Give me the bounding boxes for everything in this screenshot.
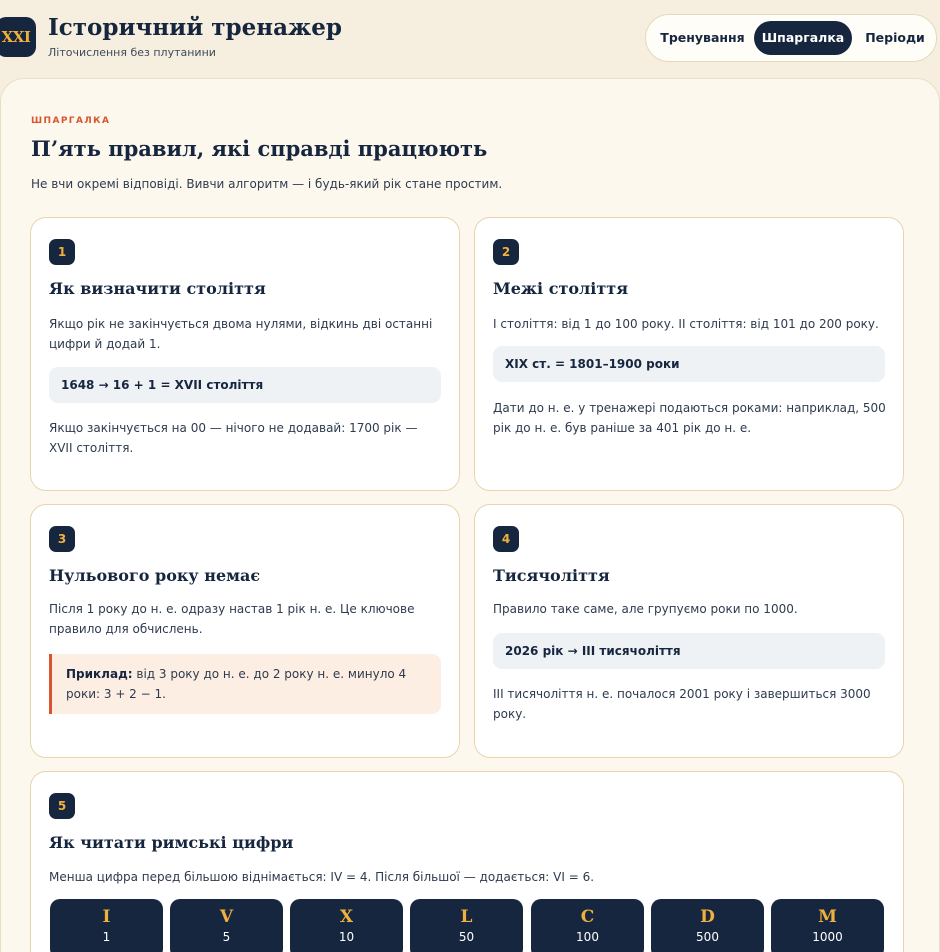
main-nav: Тренування Шпаргалка Періоди [645, 14, 937, 62]
rule-example: Приклад: від 3 року до н. е. до 2 року н… [49, 654, 441, 714]
rule-card-no-zero-year: 3 Нульового року немає Після 1 року до н… [30, 504, 460, 758]
rule-card-century-bounds: 2 Межі століття І століття: від 1 до 100… [474, 217, 904, 491]
roman-value: 100 [576, 930, 599, 944]
rule-number-badge: 2 [493, 239, 519, 265]
rule-formula: XIX ст. = 1801–1900 роки [493, 346, 885, 382]
rule-card-century: 1 Як визначити століття Якщо рік не закі… [30, 217, 460, 491]
rule-title: Як читати римські цифри [49, 833, 294, 852]
roman-tile-v: V 5 [170, 899, 283, 952]
rule-formula: 2026 рік → ІІІ тисячоліття [493, 633, 885, 669]
app-header: XXI Історичний тренажер Літочислення без… [0, 0, 940, 78]
roman-letter: I [102, 907, 111, 927]
example-label: Приклад: [66, 667, 133, 681]
roman-value: 500 [696, 930, 719, 944]
roman-tile-l: L 50 [410, 899, 523, 952]
roman-letter: D [700, 907, 715, 927]
roman-tile-c: C 100 [531, 899, 644, 952]
roman-letter: M [818, 907, 837, 927]
rule-card-millennium: 4 Тисячоліття Правило таке саме, але гру… [474, 504, 904, 758]
rule-title: Тисячоліття [493, 566, 610, 585]
nav-tab-training[interactable]: Тренування [652, 21, 753, 55]
app-logo: XXI [0, 17, 36, 57]
section-eyebrow: ШПАРГАЛКА [31, 116, 111, 126]
roman-tile-m: M 1000 [771, 899, 884, 952]
page-title: П’ять правил, які справді працюють [31, 136, 488, 161]
rule-number-badge: 1 [49, 239, 75, 265]
rule-title: Межі століття [493, 279, 629, 298]
roman-value: 50 [458, 930, 475, 944]
roman-letter: X [339, 907, 354, 927]
rule-text: Правило таке саме, але групуємо роки по … [493, 602, 798, 616]
rule-text: Після 1 року до н. е. одразу настав 1 рі… [49, 602, 415, 636]
roman-tile-x: X 10 [290, 899, 403, 952]
rule-title: Як визначити століття [49, 279, 266, 298]
rule-text: І століття: від 1 до 100 року. ІІ століт… [493, 317, 879, 331]
rule-title: Нульового року немає [49, 566, 261, 585]
roman-letter: V [219, 907, 234, 927]
app-subtitle: Літочислення без плутанини [48, 46, 216, 59]
rule-note: Якщо закінчується на 00 — нічого не дода… [49, 421, 418, 455]
nav-tab-cheatsheet[interactable]: Шпаргалка [754, 21, 852, 55]
rule-note: Дати до н. е. у тренажері подаються рока… [493, 401, 886, 435]
rule-formula: 1648 → 16 + 1 = XVII століття [49, 367, 441, 403]
roman-letter: C [580, 907, 595, 927]
rule-number-badge: 4 [493, 526, 519, 552]
rule-text: Якщо рік не закінчується двома нулями, в… [49, 317, 433, 351]
page-lead: Не вчи окремі відповіді. Вивчи алгоритм … [31, 177, 503, 191]
roman-value: 10 [338, 930, 355, 944]
nav-tab-periods[interactable]: Періоди [856, 21, 934, 55]
roman-value: 1 [102, 930, 111, 944]
roman-value: 1000 [812, 930, 843, 944]
rule-number-badge: 5 [49, 793, 75, 819]
rule-note: ІІІ тисячоліття н. е. почалося 2001 року… [493, 687, 871, 721]
roman-value: 5 [222, 930, 231, 944]
rule-number-badge: 3 [49, 526, 75, 552]
rule-text: Менша цифра перед більшою віднімається: … [49, 870, 595, 884]
roman-tile-d: D 500 [651, 899, 764, 952]
roman-letter: L [460, 907, 473, 927]
roman-tile-i: I 1 [50, 899, 163, 952]
app-title: Історичний тренажер [48, 14, 342, 41]
